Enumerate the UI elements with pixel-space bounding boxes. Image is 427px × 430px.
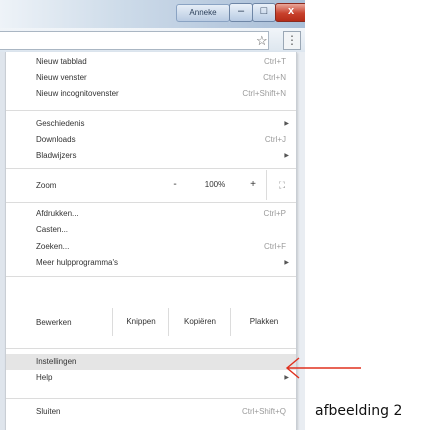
submenu-arrow-icon: ▶ [284, 153, 289, 159]
zoom-level: 100% [204, 180, 226, 189]
menu-divider [6, 276, 296, 277]
menu-divider [6, 110, 296, 111]
menu-item-exit[interactable]: Sluiten Ctrl+Shift+Q [6, 404, 296, 420]
figure-caption: afbeelding 2 [315, 403, 403, 419]
menu-divider [6, 348, 296, 349]
menu-item-history[interactable]: Geschiedenis ▶ [6, 116, 296, 132]
menu-edit-row: Bewerken Knippen Kopiëren Plakken [6, 308, 296, 336]
close-window-button[interactable]: x [275, 3, 305, 22]
submenu-arrow-icon: ▶ [284, 260, 289, 266]
menu-zoom-row: Zoom - 100% + ⛶ [6, 170, 296, 200]
menu-item-new-tab[interactable]: Nieuw tabblad Ctrl+T [6, 54, 296, 70]
chrome-main-menu: Nieuw tabblad Ctrl+T Nieuw venster Ctrl+… [5, 52, 297, 430]
menu-item-new-incognito-window[interactable]: Nieuw incognitovenster Ctrl+Shift+N [6, 86, 296, 102]
browser-screenshot: Anneke – □ x ☆ ⋮ Nieuw tabblad Ctrl+T Ni… [0, 0, 305, 430]
menu-divider [6, 168, 296, 169]
chrome-menu-icon[interactable]: ⋮ [283, 31, 301, 50]
maximize-button[interactable]: □ [252, 3, 276, 22]
menu-item-print[interactable]: Afdrukken... Ctrl+P [6, 206, 296, 222]
menu-item-downloads[interactable]: Downloads Ctrl+J [6, 132, 296, 148]
annotation-arrow-icon [285, 357, 361, 379]
menu-divider [6, 202, 296, 203]
paste-button[interactable]: Plakken [230, 308, 297, 336]
zoom-controls: - 100% + ⛶ [160, 170, 296, 200]
bookmark-star-icon[interactable]: ☆ [256, 33, 268, 49]
menu-item-bookmarks[interactable]: Bladwijzers ▶ [6, 148, 296, 164]
profile-button[interactable]: Anneke [176, 4, 230, 22]
menu-item-find[interactable]: Zoeken... Ctrl+F [6, 239, 296, 255]
address-bar[interactable]: ☆ [0, 31, 269, 50]
minimize-button[interactable]: – [229, 3, 253, 22]
menu-item-help[interactable]: Help ▶ [6, 370, 296, 386]
fullscreen-icon[interactable]: ⛶ [266, 170, 297, 200]
menu-item-cast[interactable]: Casten... [6, 222, 296, 238]
menu-divider [6, 398, 296, 399]
cut-button[interactable]: Knippen [112, 308, 169, 336]
submenu-arrow-icon: ▶ [284, 121, 289, 127]
menu-item-settings[interactable]: Instellingen [6, 354, 296, 370]
menu-item-new-window[interactable]: Nieuw venster Ctrl+N [6, 70, 296, 86]
menu-item-more-tools[interactable]: Meer hulpprogramma's ▶ [6, 255, 296, 271]
zoom-out-button[interactable]: - [160, 170, 190, 200]
window-titlebar: Anneke – □ x [0, 0, 305, 28]
copy-button[interactable]: Kopiëren [168, 308, 231, 336]
browser-toolbar: ☆ ⋮ [0, 28, 305, 53]
zoom-in-button[interactable]: + [240, 170, 266, 200]
